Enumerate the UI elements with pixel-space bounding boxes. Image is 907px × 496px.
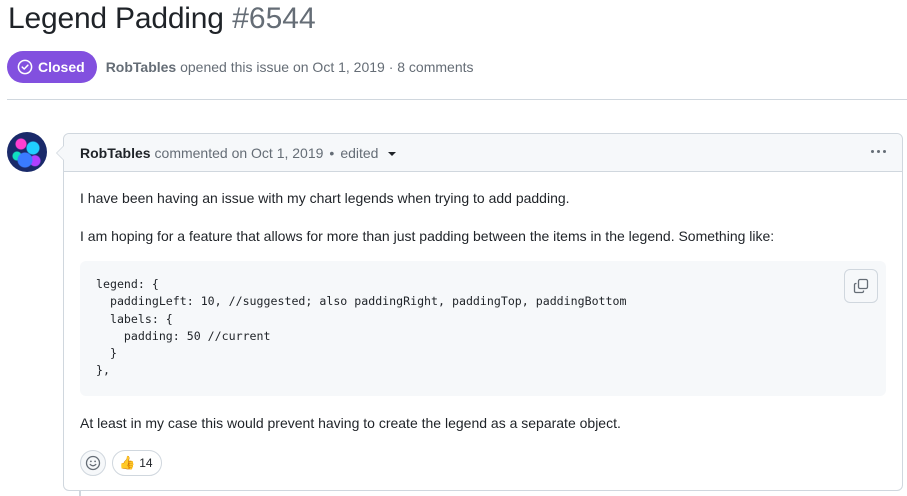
comment-paragraph: I have been having an issue with my char… xyxy=(80,190,570,206)
status-label: Closed xyxy=(38,59,85,75)
issue-author-link[interactable]: RobTables xyxy=(106,59,177,75)
comment-body: I have been having an issue with my char… xyxy=(64,172,902,476)
timeline-line xyxy=(79,490,81,496)
edited-separator: • xyxy=(329,144,335,161)
issue-title: Legend Padding xyxy=(8,2,224,35)
status-badge: Closed xyxy=(7,51,97,83)
comment-author-link[interactable]: RobTables xyxy=(80,145,151,161)
issue-opened-text: opened this issue on Oct 1, 2019 · 8 com… xyxy=(180,59,474,75)
comment-paragraph: I am hoping for a feature that allows fo… xyxy=(80,228,775,244)
issue-meta-text: RobTables opened this issue on Oct 1, 20… xyxy=(106,59,474,75)
edited-label: edited xyxy=(340,144,379,161)
comment-box: RobTables commented on Oct 1, 2019 • edi… xyxy=(56,133,903,491)
chevron-down-icon xyxy=(388,151,397,156)
copy-icon xyxy=(853,278,869,294)
add-reaction-button[interactable] xyxy=(80,450,106,476)
smiley-icon xyxy=(85,455,101,471)
comment-paragraph: At least in my case this would prevent h… xyxy=(80,415,621,431)
closed-circle-check-icon xyxy=(17,59,33,75)
comment-timestamp[interactable]: commented on Oct 1, 2019 xyxy=(155,145,324,161)
reactions-bar: 👍 14 xyxy=(80,450,162,476)
issue-title-row: Legend Padding #6544 xyxy=(8,2,316,36)
copy-button[interactable] xyxy=(844,269,878,303)
issue-page: Legend Padding #6544 Closed RobTables op… xyxy=(0,0,907,496)
issue-meta: Closed RobTables opened this issue on Oc… xyxy=(7,51,474,83)
issue-number: #6544 xyxy=(232,2,316,35)
kebab-menu-icon[interactable] xyxy=(871,150,886,153)
code-block: legend: { paddingLeft: 10, //suggested; … xyxy=(80,261,886,396)
reaction-count: 14 xyxy=(139,456,153,470)
header-divider xyxy=(7,99,907,100)
comment-header: RobTables commented on Oct 1, 2019 • edi… xyxy=(64,134,902,172)
edited-dropdown[interactable]: • edited xyxy=(329,144,397,161)
thumbs-up-reaction[interactable]: 👍 14 xyxy=(112,450,162,476)
thumbs-up-icon: 👍 xyxy=(119,455,136,471)
code-snippet: legend: { paddingLeft: 10, //suggested; … xyxy=(96,277,627,378)
avatar[interactable] xyxy=(7,132,47,172)
